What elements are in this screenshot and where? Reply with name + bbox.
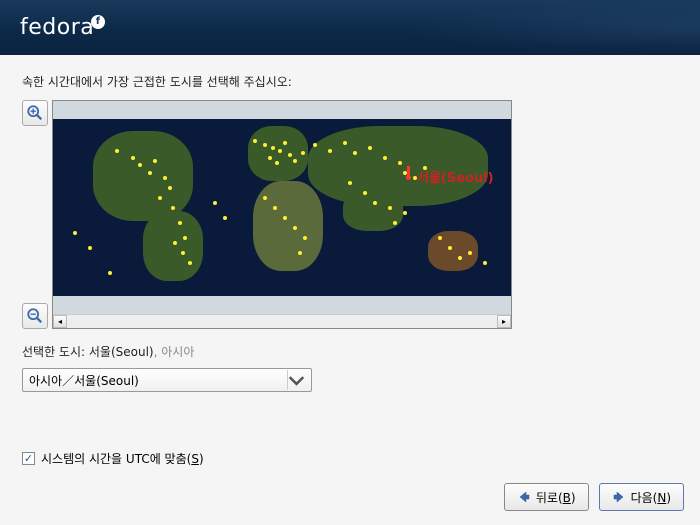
back-button-label: 뒤로(B) <box>536 489 576 506</box>
content-area: 속한 시간대에서 가장 근접한 도시를 선택해 주십시오: <box>0 55 700 467</box>
footer-nav: 뒤로(B) 다음(N) <box>504 483 684 511</box>
selected-city-text: 선택한 도시: 서울(Seoul), 아시아 <box>22 343 678 360</box>
map-area: 서울(Seoul) ◂ ▸ <box>22 100 678 329</box>
selected-city-region: , 아시아 <box>154 345 195 359</box>
zoom-controls <box>22 100 48 329</box>
back-button[interactable]: 뒤로(B) <box>504 483 589 511</box>
fedora-logo: fedoraf <box>20 15 105 40</box>
zoom-out-icon <box>26 307 44 325</box>
selected-city-value: 서울(Seoul) <box>89 345 154 359</box>
selected-city-marker <box>406 172 414 180</box>
selected-city-prefix: 선택한 도시: <box>22 345 89 359</box>
next-button[interactable]: 다음(N) <box>599 483 684 511</box>
installer-header: fedoraf <box>0 0 700 55</box>
fedora-f-icon: f <box>91 15 105 29</box>
zoom-in-button[interactable] <box>22 100 48 126</box>
zoom-out-button[interactable] <box>22 303 48 329</box>
utc-checkbox-row: ✓ 시스템의 시간을 UTC에 맞춤(S) <box>22 450 678 467</box>
scroll-right-icon[interactable]: ▸ <box>497 315 511 328</box>
next-button-label: 다음(N) <box>631 489 671 506</box>
utc-checkbox[interactable]: ✓ <box>22 452 35 465</box>
world-map[interactable]: 서울(Seoul) <box>53 101 511 314</box>
timezone-dropdown[interactable]: 아시아／서울(Seoul) <box>22 368 312 392</box>
selected-city-map-label: 서울(Seoul) <box>417 167 494 186</box>
map-viewport: 서울(Seoul) ◂ ▸ <box>52 100 512 329</box>
arrow-left-icon <box>517 490 531 504</box>
timezone-dropdown-value: 아시아／서울(Seoul) <box>29 372 287 389</box>
chevron-down-icon <box>287 370 305 390</box>
scroll-left-icon[interactable]: ◂ <box>53 315 67 328</box>
utc-checkbox-label[interactable]: 시스템의 시간을 UTC에 맞춤(S) <box>41 450 204 467</box>
timezone-dropdown-row: 아시아／서울(Seoul) <box>22 368 678 392</box>
map-horizontal-scrollbar[interactable]: ◂ ▸ <box>53 314 511 328</box>
arrow-right-icon <box>612 490 626 504</box>
zoom-in-icon <box>26 104 44 122</box>
brand-text: fedora <box>20 15 94 40</box>
timezone-prompt: 속한 시간대에서 가장 근접한 도시를 선택해 주십시오: <box>22 73 678 90</box>
